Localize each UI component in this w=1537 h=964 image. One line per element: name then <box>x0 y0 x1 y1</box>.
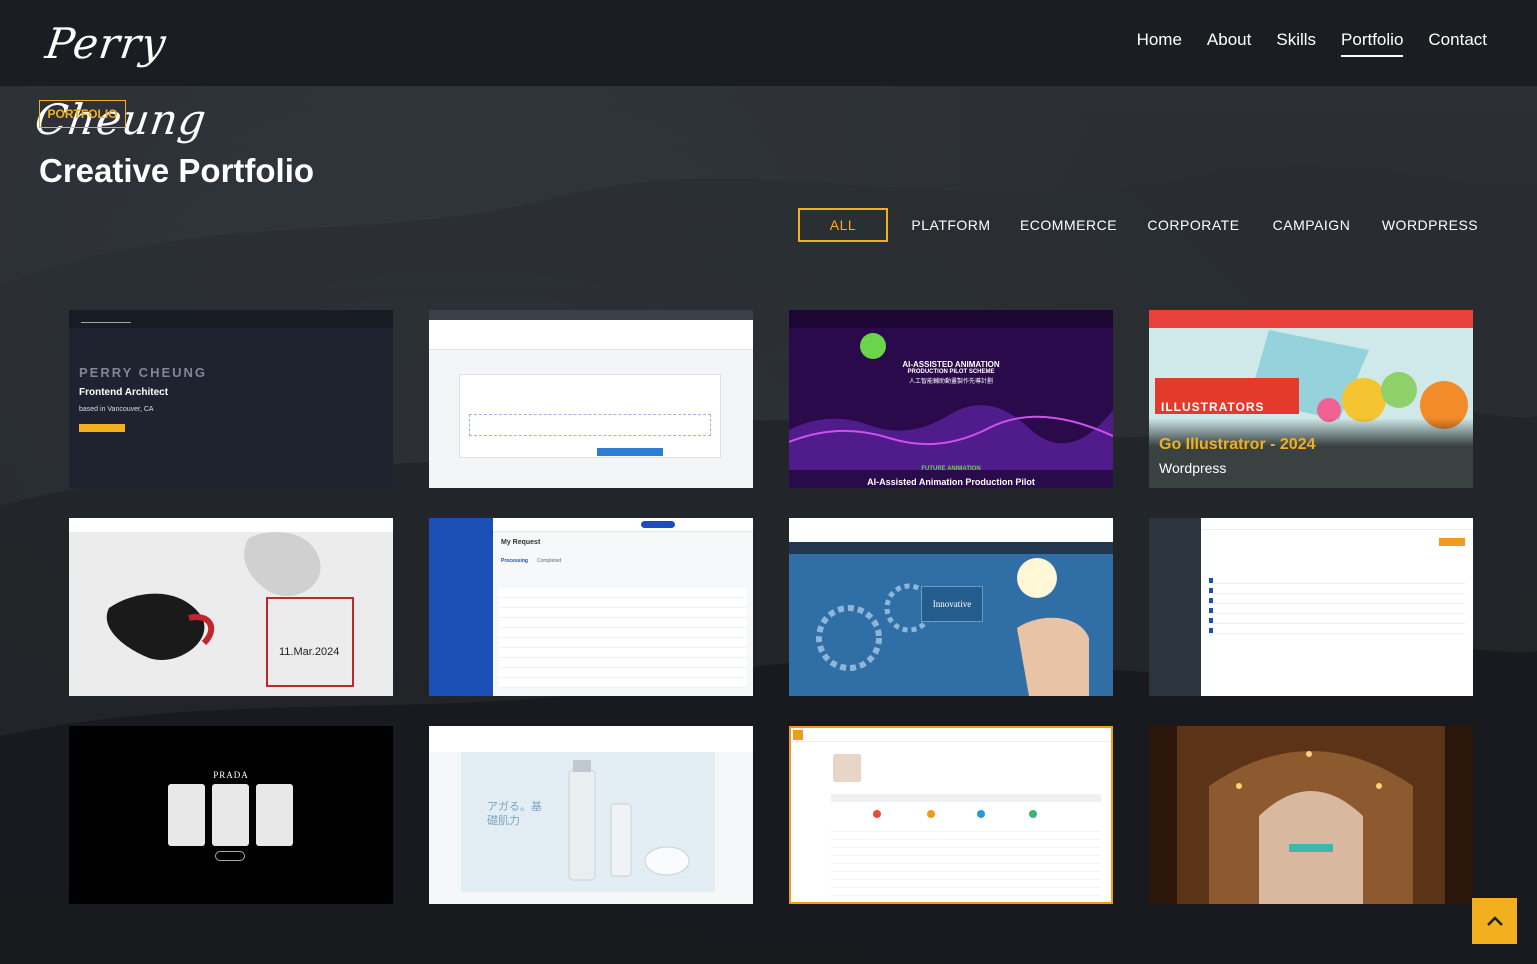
portfolio-item-skincare[interactable]: アガる。基礎肌力 <box>429 726 753 904</box>
page-title: Creative Portfolio <box>39 152 315 189</box>
main-nav: Home About Skills Portfolio Contact <box>1137 30 1487 57</box>
filter-platform[interactable]: PLATFORM <box>902 208 1000 242</box>
filter-ecommerce[interactable]: ECOMMERCE <box>1016 208 1121 242</box>
section-tag: PORTFOLIO <box>39 100 126 128</box>
portfolio-item-category: Wordpress <box>1159 460 1227 476</box>
logo[interactable]: Perry Cheung <box>32 6 262 144</box>
thumb-request-title: My Request <box>501 539 541 546</box>
nav-about[interactable]: About <box>1207 30 1251 57</box>
thumb-ai-headline: AI-ASSISTED ANIMATION <box>902 360 1000 369</box>
portfolio-item-request-dashboard[interactable]: My Request Processing Completed <box>429 518 753 696</box>
filter-all[interactable]: ALL <box>798 208 888 242</box>
portfolio-item-martial-arts-concert[interactable]: 11.Mar.2024 <box>69 518 393 696</box>
thumb-ai-footer-small: FUTURE ANIMATION <box>921 466 981 472</box>
thumb-role: Frontend Architect <box>79 387 169 398</box>
filter-wordpress[interactable]: WORDPRESS <box>1380 208 1480 242</box>
thumb-skincare-tagline: アガる。基礎肌力 <box>487 800 542 827</box>
nav-home[interactable]: Home <box>1137 30 1182 57</box>
nav-portfolio[interactable]: Portfolio <box>1341 30 1404 57</box>
filter-campaign[interactable]: CAMPAIGN <box>1266 208 1357 242</box>
portfolio-item-perry-cheung[interactable]: PERRY CHEUNG Frontend Architect based in… <box>69 310 393 488</box>
portfolio-item-prada[interactable]: PRADA <box>69 726 393 904</box>
thumb-concert-date: 11.Mar.2024 <box>279 646 340 658</box>
portfolio-item-go-illustrator[interactable]: ILLUSTRATORS Go Illustratror - 2024 Word… <box>1149 310 1473 488</box>
nav-skills[interactable]: Skills <box>1276 30 1316 57</box>
portfolio-item-interior[interactable] <box>1149 726 1473 904</box>
thumb-request-tab-completed: Completed <box>537 558 562 564</box>
portfolio-item-crm-dashboard[interactable] <box>789 726 1113 904</box>
top-navigation-bar: Perry Cheung Home About Skills Portfolio… <box>0 0 1537 144</box>
thumb-innovative-box: Innovative <box>921 586 983 622</box>
thumb-location: based in Vancouver, CA <box>79 406 154 413</box>
nav-contact[interactable]: Contact <box>1428 30 1487 57</box>
portfolio-item-platform-form[interactable] <box>429 310 753 488</box>
portfolio-item-ai-animation[interactable]: AI-ASSISTED ANIMATION PRODUCTION PILOT S… <box>789 310 1113 488</box>
thumb-illustrators-banner: ILLUSTRATORS <box>1161 400 1265 414</box>
portfolio-item-innovative[interactable]: Innovative <box>789 518 1113 696</box>
thumb-ai-sub: PRODUCTION PILOT SCHEME <box>907 369 995 375</box>
thumb-ai-cn: 人工智能輔助動畫製作先導計劃 <box>908 379 993 385</box>
filter-corporate[interactable]: CORPORATE <box>1142 208 1245 242</box>
back-to-top-button[interactable] <box>1472 898 1517 944</box>
thumb-name: PERRY CHEUNG <box>79 365 208 380</box>
thumb-ai-footer: AI-Assisted Animation Production Pilot <box>867 477 1035 487</box>
chevron-up-icon <box>1486 912 1504 931</box>
portfolio-item-title: Go Illustratror - 2024 <box>1159 436 1316 453</box>
portfolio-item-facility-admin[interactable] <box>1149 518 1473 696</box>
thumb-request-tab-processing: Processing <box>501 558 528 564</box>
thumb-prada-brand: PRADA <box>213 770 249 780</box>
